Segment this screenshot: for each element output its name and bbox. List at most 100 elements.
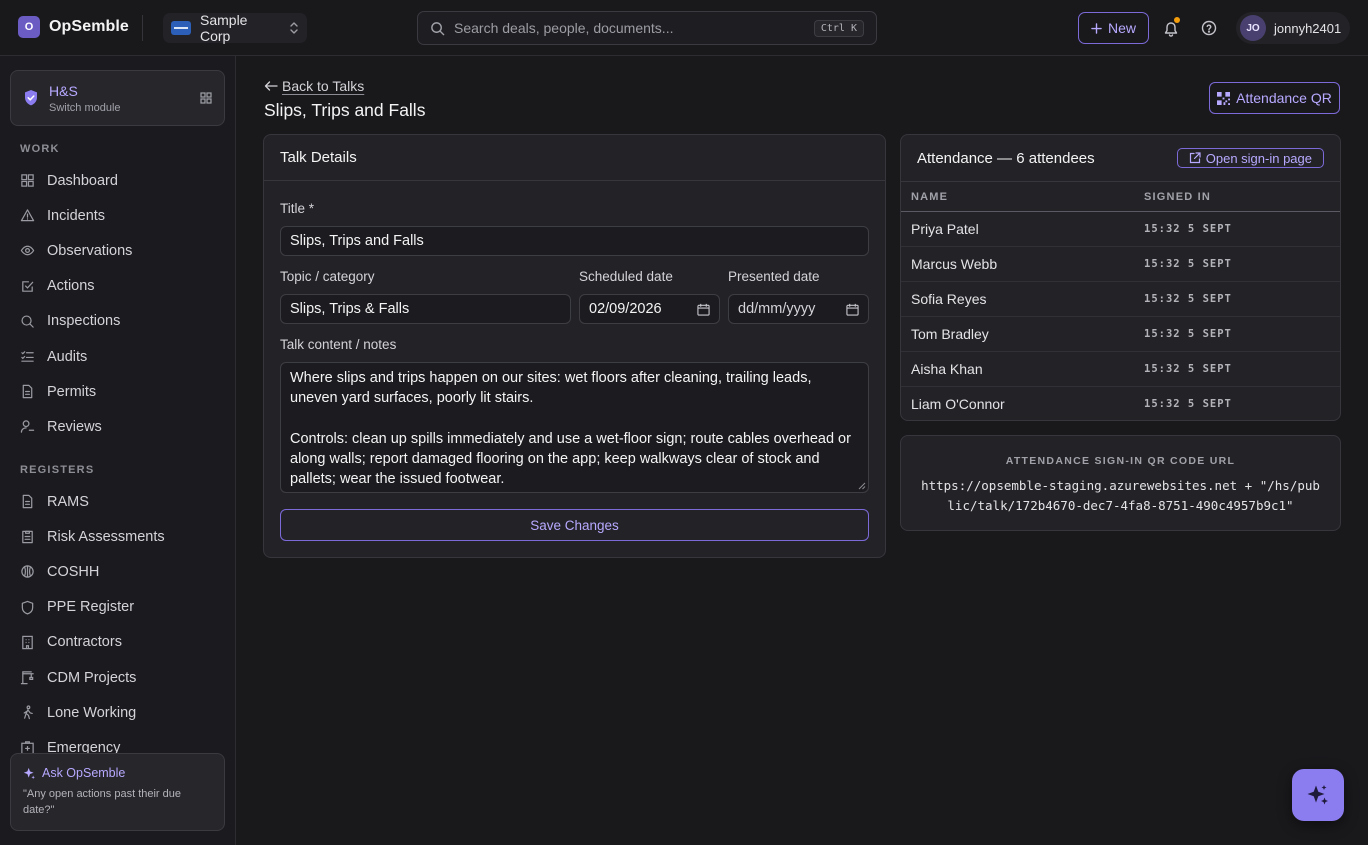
topic-label: Topic / category [280, 269, 375, 284]
scheduled-date-field[interactable]: 02/09/2026 [579, 294, 720, 324]
scheduled-date-label: Scheduled date [579, 269, 673, 284]
org-switcher[interactable]: Sample Corp [163, 12, 307, 44]
sidebar-item-permits[interactable]: Permits [10, 374, 225, 409]
qr-code-icon [1217, 91, 1231, 105]
sidebar-item-incidents[interactable]: Incidents [10, 198, 225, 233]
avatar: JO [1240, 15, 1266, 41]
brand-name: OpSemble [49, 18, 129, 35]
table-row: Priya Patel 15:32 5 SEPT [901, 211, 1340, 247]
sidebar-item-label: Lone Working [47, 704, 137, 721]
title-field[interactable]: Slips, Trips and Falls [280, 226, 869, 256]
topbar-divider [142, 15, 143, 41]
help-icon [1201, 20, 1217, 36]
table-row: Tom Bradley 15:32 5 SEPT [901, 316, 1340, 352]
user-menu[interactable]: JO jonnyh2401 [1236, 12, 1350, 44]
presented-date-field[interactable]: dd/mm/yyyy [728, 294, 869, 324]
sidebar-item-audits[interactable]: Audits [10, 339, 225, 374]
talk-details-header: Talk Details [264, 135, 885, 181]
attendance-table: NAME SIGNED IN Priya Patel 15:32 5 SEPT … [901, 181, 1340, 421]
attendance-title: Attendance — 6 attendees [917, 149, 1095, 167]
sidebar-item-label: Risk Assessments [47, 528, 165, 545]
resize-handle-icon[interactable] [858, 482, 866, 490]
sidebar-item-dashboard[interactable]: Dashboard [10, 163, 225, 198]
back-to-talks-link[interactable]: Back to Talks [264, 78, 364, 94]
notifications-button[interactable] [1160, 17, 1182, 39]
sidebar-item-coshh[interactable]: COSHH [10, 554, 225, 589]
attendance-card: Attendance — 6 attendees Open sign-in pa… [900, 134, 1341, 421]
table-row: Liam O'Connor 15:32 5 SEPT [901, 387, 1340, 421]
new-button[interactable]: New [1078, 12, 1149, 44]
flask-icon [20, 564, 35, 579]
org-logo-icon [171, 21, 191, 35]
sidebar-item-contractors[interactable]: Contractors [10, 625, 225, 660]
attendance-qr-label: Attendance QR [1236, 90, 1332, 106]
talk-details-card: Talk Details Title * Slips, Trips and Fa… [263, 134, 886, 558]
brand[interactable]: O OpSemble [18, 16, 129, 38]
back-link-label: Back to Talks [282, 78, 365, 94]
sidebar-item-label: PPE Register [47, 599, 135, 616]
module-subtitle: Switch module [49, 101, 121, 114]
top-bar: O OpSemble Sample Corp Ctrl K New JO [0, 0, 1368, 56]
topic-field[interactable]: Slips, Trips & Falls [280, 294, 571, 324]
content-paragraph: Controls: clean up spills immediately an… [290, 430, 851, 488]
scheduled-date-value: 02/09/2026 [589, 301, 662, 317]
save-changes-button[interactable]: Save Changes [280, 509, 869, 541]
grid-icon [200, 92, 212, 104]
section-label-registers: REGISTERS [20, 464, 95, 476]
global-search[interactable]: Ctrl K [417, 11, 877, 45]
sidebar-item-label: Incidents [47, 207, 106, 224]
sidebar-item-actions[interactable]: Actions [10, 269, 225, 304]
sidebar-item-ppe-register[interactable]: PPE Register [10, 590, 225, 625]
nav-registers: RAMS Risk Assessments COSHH PPE Register… [10, 484, 225, 766]
sidebar-item-observations[interactable]: Observations [10, 233, 225, 268]
search-shortcut: Ctrl K [813, 19, 864, 37]
sidebar-item-reviews[interactable]: Reviews [10, 409, 225, 444]
sidebar-item-cdm-projects[interactable]: CDM Projects [10, 660, 225, 695]
user-review-icon [20, 419, 35, 434]
chevron-updown-icon [289, 21, 299, 35]
document-icon [20, 494, 35, 509]
assistant-fab-button[interactable] [1292, 769, 1344, 821]
arrow-left-icon [264, 80, 278, 92]
signed-in-time: 15:32 5 SEPT [1134, 351, 1340, 387]
signed-in-time: 15:32 5 SEPT [1134, 211, 1340, 247]
sidebar-item-label: Observations [47, 242, 133, 259]
ask-assistant-card[interactable]: Ask OpSemble "Any open actions past thei… [10, 753, 225, 831]
section-label-work: WORK [20, 143, 60, 155]
open-signin-page-button[interactable]: Open sign-in page [1176, 148, 1324, 168]
ask-hint: "Any open actions past their due date?" [23, 788, 182, 816]
search-icon [20, 314, 35, 329]
talk-content-textarea[interactable]: Where slips and trips happen on our site… [280, 362, 869, 493]
sidebar-item-rams[interactable]: RAMS [10, 484, 225, 519]
attendance-qr-button[interactable]: Attendance QR [1209, 82, 1340, 114]
module-switcher[interactable]: H&S Switch module [10, 70, 225, 126]
notification-dot [1174, 17, 1180, 23]
shield-check-icon [23, 89, 39, 107]
qr-url-label: ATTENDANCE SIGN-IN QR CODE URL [1005, 455, 1236, 467]
clipboard-icon [20, 529, 35, 544]
signed-in-time: 15:32 5 SEPT [1134, 281, 1340, 317]
table-row: Aisha Khan 15:32 5 SEPT [901, 351, 1340, 387]
sidebar-item-inspections[interactable]: Inspections [10, 304, 225, 339]
open-signin-label: Open sign-in page [1205, 150, 1312, 166]
checklist-icon [20, 349, 35, 364]
sidebar-item-lone-working[interactable]: Lone Working [10, 695, 225, 730]
help-button[interactable] [1198, 17, 1220, 39]
building-icon [20, 635, 35, 650]
search-input[interactable] [454, 20, 805, 36]
org-name: Sample Corp [200, 12, 248, 44]
table-row: Sofia Reyes 15:32 5 SEPT [901, 281, 1340, 317]
page-title: Slips, Trips and Falls [264, 100, 426, 120]
sidebar-item-label: Audits [47, 348, 88, 365]
qr-url-value: https://opsemble-staging.azurewebsites.n… [921, 478, 1320, 513]
sidebar-item-risk-assessments[interactable]: Risk Assessments [10, 519, 225, 554]
module-title: H&S [49, 82, 78, 99]
column-header-signed-in[interactable]: SIGNED IN [1134, 181, 1340, 212]
attendee-name: Priya Patel [901, 211, 1134, 247]
column-header-name[interactable]: NAME [901, 181, 1134, 212]
plus-icon [1091, 22, 1102, 34]
sidebar-item-label: Actions [47, 278, 95, 295]
signed-in-time: 15:32 5 SEPT [1134, 246, 1340, 282]
crane-icon [20, 670, 35, 685]
